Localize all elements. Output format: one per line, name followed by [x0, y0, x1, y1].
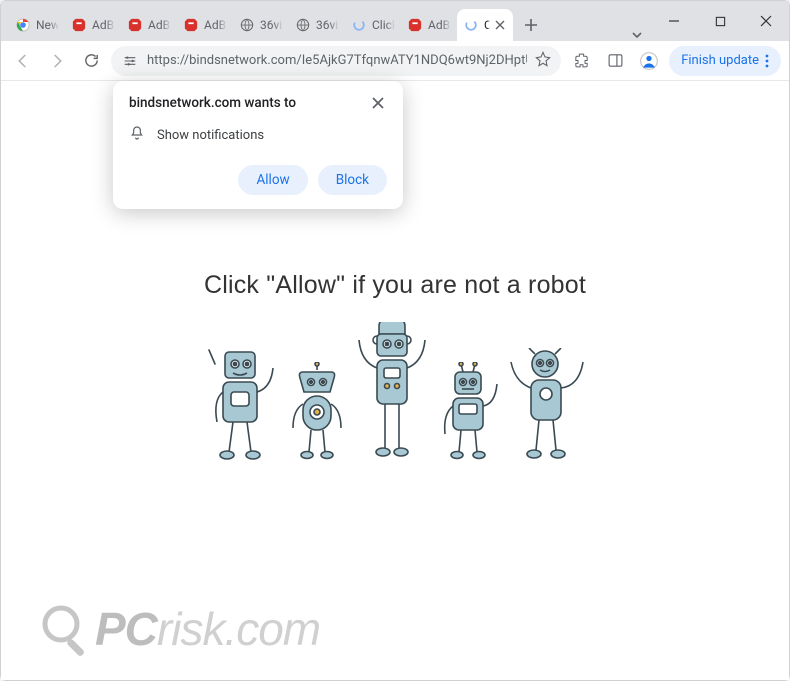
allow-button[interactable]: Allow — [238, 165, 307, 195]
globe-icon — [295, 17, 311, 33]
forward-button[interactable] — [43, 47, 71, 75]
spinner-icon — [463, 17, 479, 33]
chrome-icon — [15, 17, 31, 33]
notification-permission-prompt: bindsnetwork.com wants to Show notificat… — [113, 81, 403, 209]
reload-button[interactable] — [77, 47, 105, 75]
spinner-icon — [351, 17, 367, 33]
bookmark-star-icon[interactable] — [535, 51, 551, 71]
tab-adblock-2[interactable]: AdBlock — [121, 9, 177, 41]
tab-adblock-1[interactable]: AdBlock — [65, 9, 121, 41]
robot-illustration-2 — [287, 362, 347, 462]
close-icon[interactable] — [371, 95, 387, 111]
tab-label: AdBlock — [204, 18, 227, 32]
tab-36vibes-2[interactable]: 36vibes — [289, 9, 345, 41]
minimize-button[interactable] — [651, 5, 697, 37]
robot-illustration-5 — [509, 348, 585, 462]
adblock-icon — [71, 17, 87, 33]
adblock-icon — [183, 17, 199, 33]
tab-adblock-3[interactable]: AdBlock — [177, 9, 233, 41]
back-button[interactable] — [9, 47, 37, 75]
profile-button[interactable] — [635, 47, 663, 75]
adblock-icon — [407, 17, 423, 33]
url-text: https://bindsnetwork.com/Ie5AjkG7TfqnwAT… — [147, 53, 527, 68]
watermark-text: PCrisk.com — [95, 602, 320, 656]
tab-new-tab[interactable]: New Tab — [9, 9, 65, 41]
robot-illustration-4 — [437, 362, 499, 462]
robot-illustration-3 — [357, 322, 427, 462]
tab-label: AdBlock — [148, 18, 171, 32]
headline-text: Click "Allow" if you are not a robot — [1, 271, 789, 300]
new-tab-button[interactable] — [517, 11, 545, 39]
tab-click-1[interactable]: Click A — [345, 9, 401, 41]
tab-click-active[interactable]: Click — [457, 9, 513, 41]
permission-request-text: Show notifications — [157, 128, 264, 143]
tab-36vibes-1[interactable]: 36vibes — [233, 9, 289, 41]
tabs-container: New Tab AdBlock AdBlock AdBlock 36vibes … — [9, 5, 623, 41]
tab-label: AdBlock — [92, 18, 115, 32]
address-bar[interactable]: https://bindsnetwork.com/Ie5AjkG7TfqnwAT… — [111, 46, 561, 76]
close-window-button[interactable] — [743, 5, 789, 37]
maximize-button[interactable] — [697, 5, 743, 37]
watermark-magnifier-icon — [39, 602, 93, 656]
browser-tab-strip: New Tab AdBlock AdBlock AdBlock 36vibes … — [1, 1, 789, 41]
adblock-icon — [127, 17, 143, 33]
browser-toolbar: https://bindsnetwork.com/Ie5AjkG7TfqnwAT… — [1, 41, 789, 81]
tab-label: Click A — [372, 18, 395, 32]
tab-adblock-4[interactable]: AdBlock — [401, 9, 457, 41]
permission-site-text: bindsnetwork.com wants to — [129, 95, 296, 111]
tab-label: AdBlock — [428, 18, 451, 32]
robots-illustration — [1, 322, 789, 462]
close-tab-icon[interactable] — [495, 19, 507, 31]
window-controls — [651, 1, 789, 41]
finish-update-label: Finish update — [681, 53, 759, 68]
site-settings-icon[interactable] — [121, 52, 139, 70]
robot-illustration-1 — [205, 344, 277, 462]
block-button[interactable]: Block — [318, 165, 387, 195]
more-dots-icon — [765, 54, 769, 68]
bell-icon — [129, 125, 145, 145]
side-panel-button[interactable] — [601, 47, 629, 75]
tab-label: Click — [484, 18, 490, 32]
globe-icon — [239, 17, 255, 33]
extensions-button[interactable] — [567, 47, 595, 75]
watermark: PCrisk.com — [39, 602, 320, 656]
tab-label: New Tab — [36, 18, 59, 32]
tab-search-chevron[interactable] — [623, 29, 651, 41]
tab-label: 36vibes — [316, 18, 339, 32]
tab-label: 36vibes — [260, 18, 283, 32]
finish-update-button[interactable]: Finish update — [669, 46, 781, 76]
